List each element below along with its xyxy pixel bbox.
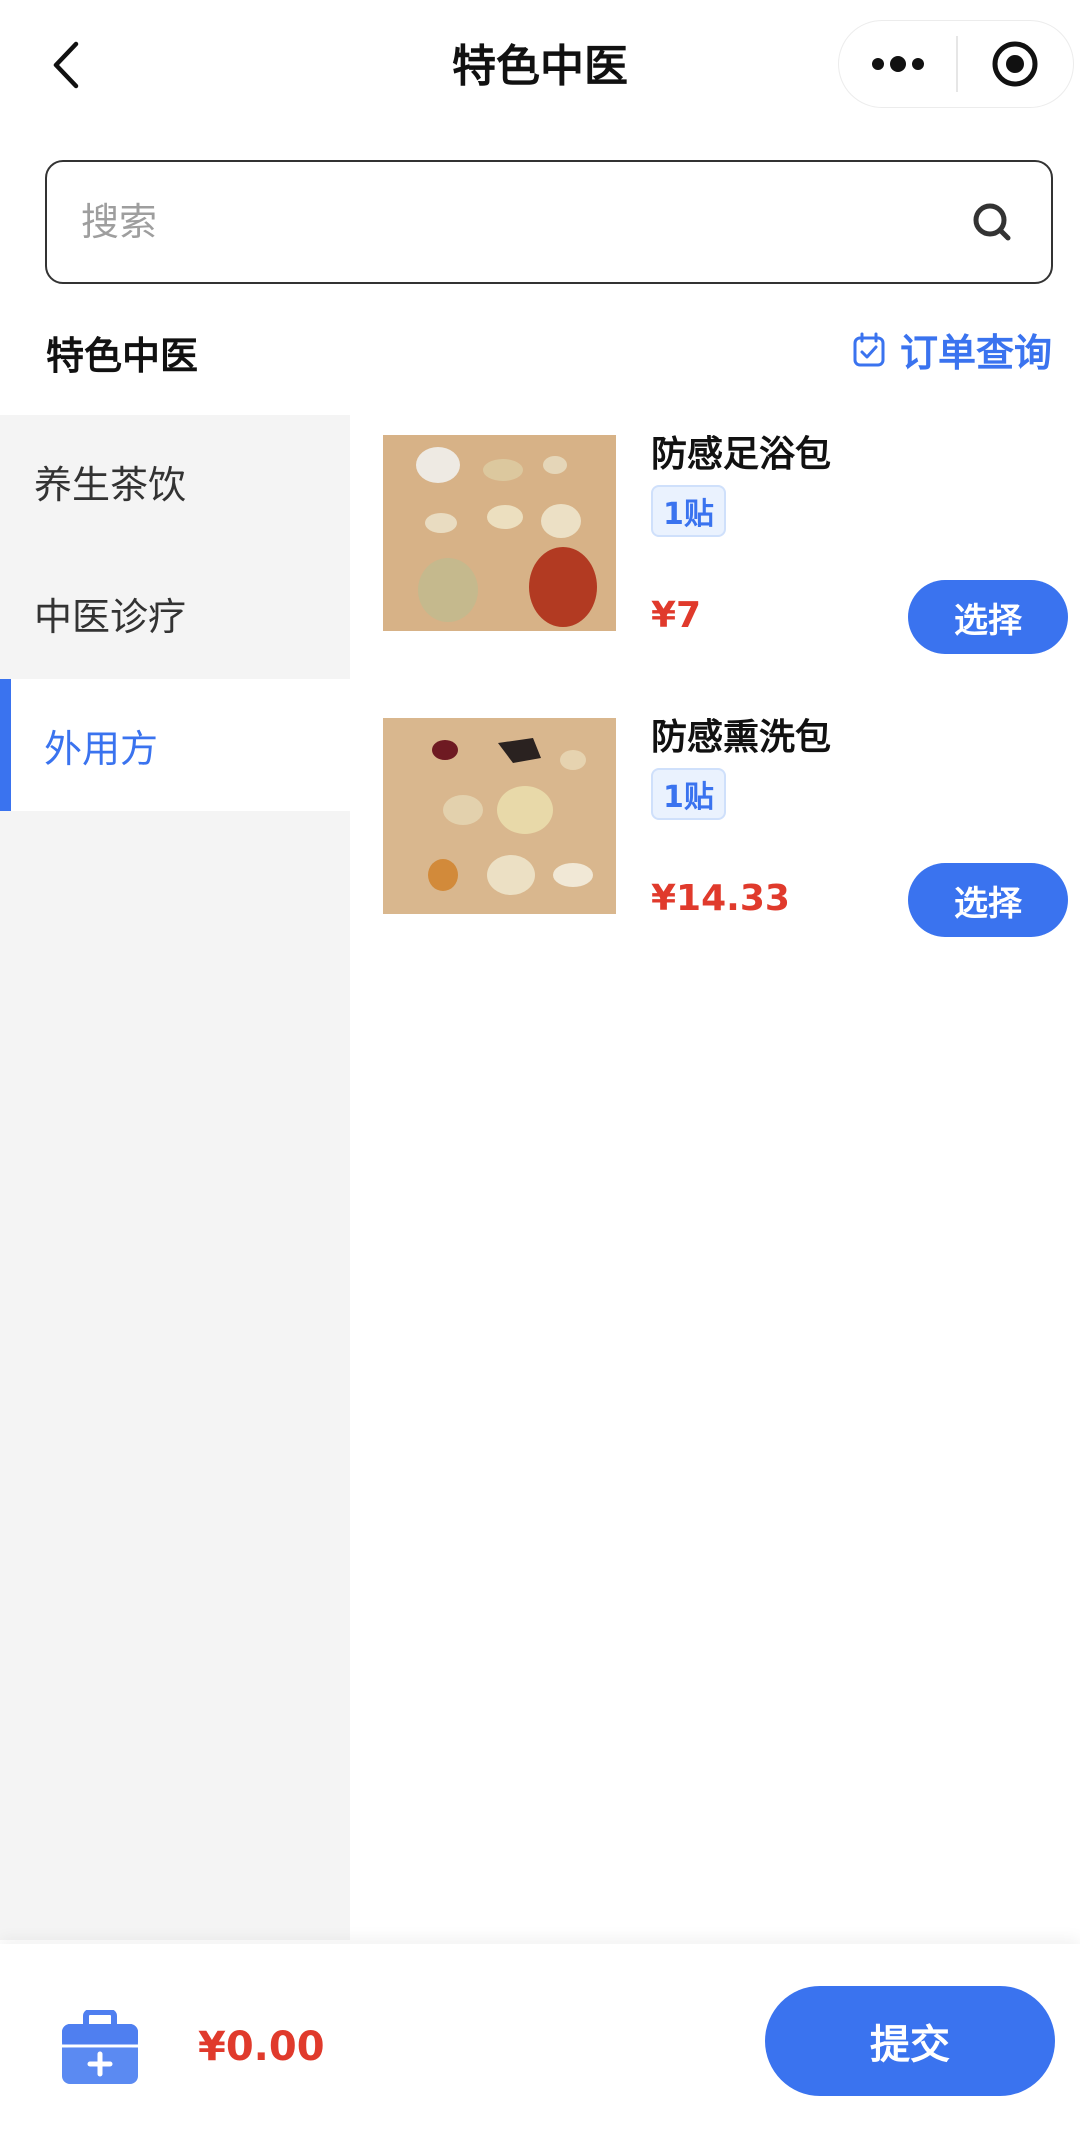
category-sidebar: 养生茶饮 中医诊疗 外用方 <box>0 415 350 1940</box>
more-dots-icon <box>871 56 924 72</box>
calendar-check-icon <box>853 332 885 366</box>
mini-program-capsule <box>838 20 1074 108</box>
product-card[interactable]: 防感足浴包 1贴 ¥7 选择 <box>383 434 1068 654</box>
unit-badge: 1贴 <box>651 768 726 820</box>
search-icon <box>973 203 1011 241</box>
order-query-label: 订单查询 <box>899 331 1052 375</box>
search-button[interactable] <box>967 197 1017 247</box>
bottom-bar: ¥0.00 提交 <box>0 1944 1080 2153</box>
sidebar-item-label: 外用方 <box>44 726 159 771</box>
search-bar <box>45 160 1053 284</box>
medicine-box-icon[interactable] <box>60 2010 140 2086</box>
section-title: 特色中医 <box>46 334 199 378</box>
unit-badge: 1贴 <box>651 485 726 537</box>
product-price: ¥7 <box>651 595 702 636</box>
sidebar-item-label: 中医诊疗 <box>34 594 187 639</box>
product-card[interactable]: 防感熏洗包 1贴 ¥14.33 选择 <box>383 717 1068 937</box>
search-input[interactable] <box>81 200 967 244</box>
product-image <box>383 718 616 914</box>
sidebar-item-label: 养生茶饮 <box>34 462 187 507</box>
product-name: 防感熏洗包 <box>651 717 832 758</box>
sidebar-item-tcm-treatment[interactable]: 中医诊疗 <box>0 547 350 679</box>
close-button[interactable] <box>958 20 1073 108</box>
order-query-link[interactable]: 订单查询 <box>852 322 1052 377</box>
select-button[interactable]: 选择 <box>908 863 1068 937</box>
product-name: 防感足浴包 <box>651 434 832 475</box>
select-button[interactable]: 选择 <box>908 580 1068 654</box>
more-button[interactable] <box>839 20 956 108</box>
sidebar-item-health-tea[interactable]: 养生茶饮 <box>0 415 350 547</box>
product-price: ¥14.33 <box>651 878 790 919</box>
submit-button[interactable]: 提交 <box>765 1986 1055 2096</box>
product-image <box>383 435 616 631</box>
target-close-icon <box>992 41 1038 87</box>
navigation-bar: 特色中医 <box>0 0 1080 130</box>
sidebar-item-external-prescription[interactable]: 外用方 <box>0 679 350 811</box>
total-amount: ¥0.00 <box>198 2024 325 2070</box>
